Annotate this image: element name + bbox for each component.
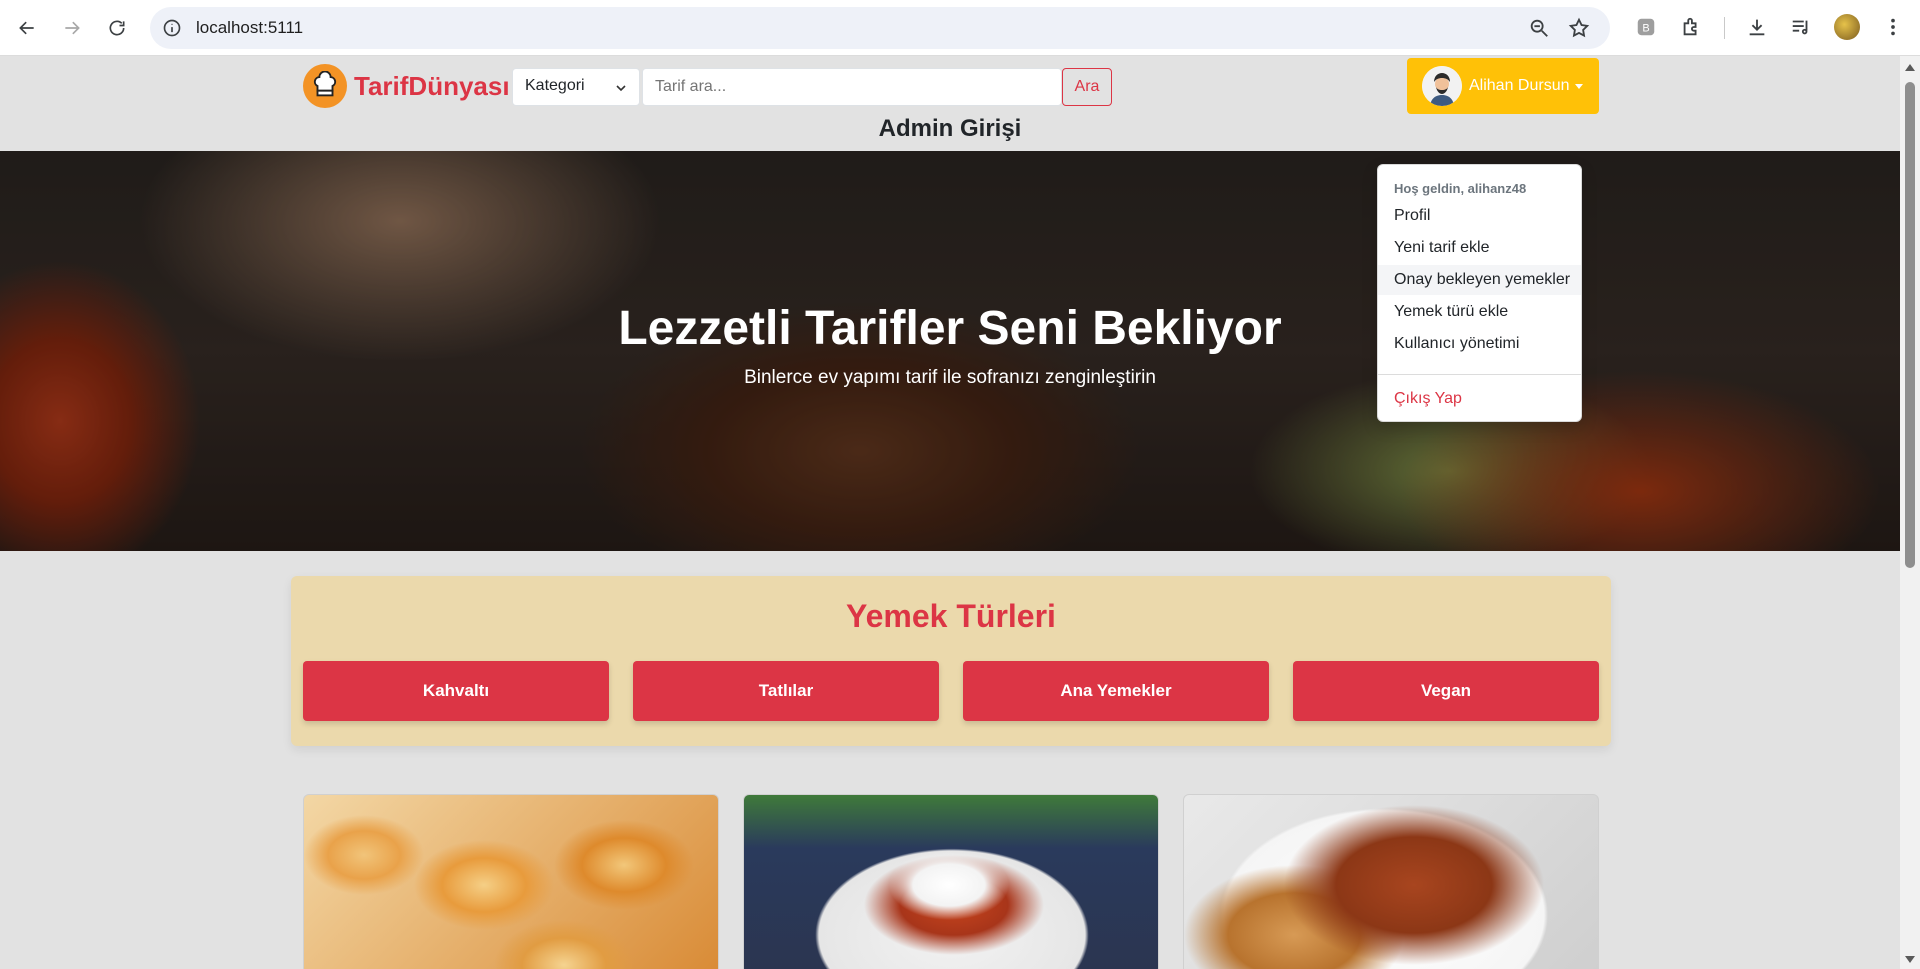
hero-subtitle: Binlerce ev yapımı tarif ile sofranızı z… bbox=[744, 367, 1156, 388]
download-icon[interactable] bbox=[1744, 14, 1770, 40]
browser-toolbar: localhost:5111 B bbox=[0, 0, 1920, 56]
toolbar-divider bbox=[1724, 17, 1725, 39]
menu-kebab-icon[interactable] bbox=[1880, 14, 1906, 40]
category-select[interactable]: Kategori bbox=[512, 68, 640, 106]
recipe-card-image[interactable] bbox=[743, 794, 1159, 969]
user-menu-button[interactable]: Alihan Dursun bbox=[1407, 58, 1599, 114]
admin-login-title: Admin Girişi bbox=[878, 115, 1022, 142]
user-name: Alihan Dursun bbox=[1469, 77, 1570, 94]
back-icon[interactable] bbox=[12, 13, 42, 43]
scroll-down-arrow-icon[interactable] bbox=[1905, 956, 1915, 963]
user-dropdown-menu: Hoş geldin, alihanz48 Profil Yeni tarif … bbox=[1377, 164, 1582, 422]
recipe-search-input[interactable] bbox=[642, 68, 1062, 106]
dropdown-item-logout[interactable]: Çıkış Yap bbox=[1378, 384, 1581, 414]
hero-banner: Lezzetli Tarifler Seni Bekliyor Binlerce… bbox=[0, 151, 1900, 551]
profile-avatar-icon[interactable] bbox=[1834, 14, 1860, 40]
recipe-card-image[interactable] bbox=[1183, 794, 1599, 969]
site-info-icon[interactable] bbox=[162, 18, 182, 38]
site-logo[interactable]: TarifDünyası bbox=[303, 64, 510, 108]
extensions-puzzle-icon[interactable] bbox=[1678, 14, 1704, 40]
caret-down-icon bbox=[1574, 83, 1583, 89]
reload-icon[interactable] bbox=[102, 13, 132, 43]
forward-icon[interactable] bbox=[57, 13, 87, 43]
food-type-button[interactable]: Kahvaltı bbox=[303, 661, 609, 721]
page-scrollbar[interactable] bbox=[1900, 56, 1920, 969]
food-type-button[interactable]: Vegan bbox=[1293, 661, 1599, 721]
brand-name[interactable]: TarifDünyası bbox=[354, 71, 510, 102]
search-button[interactable]: Ara bbox=[1062, 68, 1112, 106]
dropdown-item-add-food-type[interactable]: Yemek türü ekle bbox=[1378, 297, 1581, 327]
dropdown-divider bbox=[1378, 374, 1581, 375]
food-types-section: Yemek Türleri Kahvaltı Tatlılar Ana Yeme… bbox=[291, 576, 1611, 746]
extension-badge-icon[interactable]: B bbox=[1633, 14, 1659, 40]
page-content: TarifDünyası Kategori Ara Alihan Dursun … bbox=[0, 56, 1900, 969]
chevron-down-icon bbox=[616, 85, 626, 92]
hero-title: Lezzetli Tarifler Seni Bekliyor bbox=[618, 302, 1282, 355]
scrollbar-thumb[interactable] bbox=[1905, 82, 1915, 568]
url-text[interactable]: localhost:5111 bbox=[196, 18, 303, 38]
food-type-button[interactable]: Tatlılar bbox=[633, 661, 939, 721]
bookmark-star-icon[interactable] bbox=[1568, 17, 1590, 39]
food-type-button[interactable]: Ana Yemekler bbox=[963, 661, 1269, 721]
dropdown-item-profile[interactable]: Profil bbox=[1378, 201, 1581, 231]
dropdown-item-add-recipe[interactable]: Yeni tarif ekle bbox=[1378, 233, 1581, 263]
zoom-icon[interactable] bbox=[1528, 17, 1550, 39]
svg-text:B: B bbox=[1642, 23, 1649, 35]
category-select-value: Kategori bbox=[525, 77, 585, 94]
food-types-heading: Yemek Türleri bbox=[846, 598, 1056, 634]
scroll-up-arrow-icon[interactable] bbox=[1905, 64, 1915, 71]
recipe-card-image[interactable] bbox=[303, 794, 719, 969]
dropdown-item-pending-recipes[interactable]: Onay bekleyen yemekler bbox=[1378, 265, 1581, 295]
dropdown-greeting: Hoş geldin, alihanz48 bbox=[1394, 181, 1527, 196]
dropdown-item-user-management[interactable]: Kullanıcı yönetimi bbox=[1378, 329, 1581, 359]
user-avatar bbox=[1422, 66, 1462, 106]
chef-hat-icon bbox=[303, 64, 347, 108]
address-bar[interactable]: localhost:5111 bbox=[150, 7, 1610, 49]
media-control-icon[interactable] bbox=[1788, 14, 1814, 40]
